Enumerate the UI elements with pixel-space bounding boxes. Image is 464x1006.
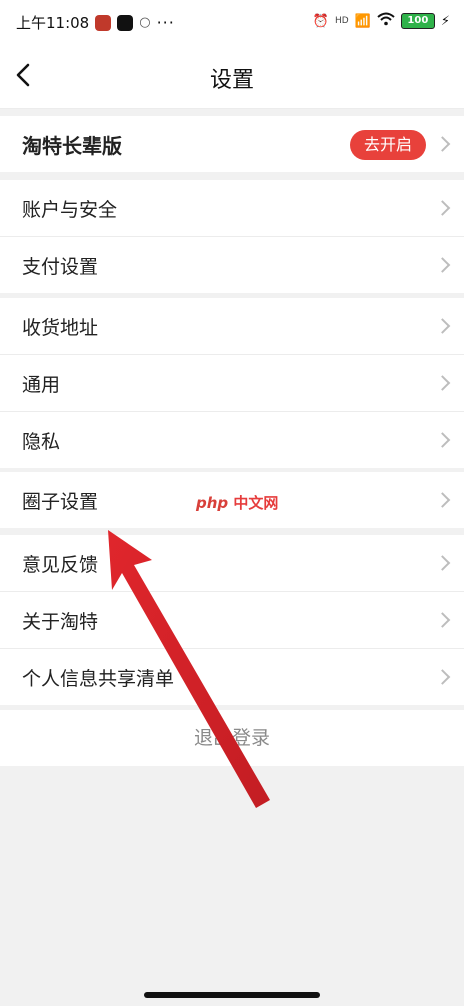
account-group: 账户与安全 支付设置 (0, 180, 464, 293)
settings-item-label: 通用 (22, 373, 61, 396)
settings-item-label: 收货地址 (22, 316, 99, 339)
chevron-right-icon (434, 375, 451, 391)
settings-item-address[interactable]: 收货地址 (0, 298, 464, 354)
settings-item-payment[interactable]: 支付设置 (0, 236, 464, 293)
alarm-icon: ⏰ (312, 13, 329, 29)
settings-item-label: 账户与安全 (22, 198, 118, 221)
message-notification-icon: ○ (139, 15, 151, 30)
settings-item-label: 意见反馈 (22, 553, 99, 576)
settings-item-label: 隐私 (22, 430, 61, 453)
chevron-right-icon (434, 432, 451, 448)
chevron-right-icon (434, 136, 451, 152)
status-right: ⏰ HD 📶 100 ⚡ (313, 12, 450, 30)
elder-mode-row[interactable]: 淘特长辈版 去开启 (0, 116, 464, 172)
app-notification-icon (95, 14, 112, 31)
watermark-php: php (196, 494, 229, 512)
chevron-right-icon (434, 200, 451, 216)
logout-button[interactable]: 退出登录 (0, 710, 464, 766)
signal-icon: 📶 (354, 13, 371, 29)
tiktok-notification-icon (117, 14, 134, 31)
settings-item-general[interactable]: 通用 (0, 354, 464, 411)
chevron-right-icon (434, 612, 451, 628)
watermark: php 中文网 (196, 492, 278, 513)
network-label: HD (334, 16, 349, 26)
settings-item-info-sharing[interactable]: 个人信息共享清单 (0, 648, 464, 705)
chevron-right-icon (434, 492, 451, 508)
home-indicator (144, 992, 320, 998)
battery-indicator: 100 (400, 13, 435, 29)
wifi-icon (377, 12, 395, 30)
status-left: 上午11:08 ○ ··· (16, 12, 175, 33)
more-notifications-icon: ··· (156, 13, 175, 32)
elder-mode-label: 淘特长辈版 (22, 133, 122, 158)
settings-item-label: 个人信息共享清单 (22, 667, 175, 690)
chevron-right-icon (434, 257, 451, 273)
general-group: 收货地址 通用 隐私 (0, 298, 464, 468)
settings-item-feedback[interactable]: 意见反馈 (0, 535, 464, 591)
navigation-bar: 设置 (0, 44, 464, 109)
chevron-right-icon (434, 318, 451, 334)
charging-icon: ⚡ (440, 13, 450, 29)
enable-elder-mode-button[interactable]: 去开启 (349, 130, 426, 160)
settings-item-label: 圈子设置 (22, 490, 99, 513)
about-group: 意见反馈 关于淘特 个人信息共享清单 (0, 535, 464, 705)
status-bar: 上午11:08 ○ ··· ⏰ HD 📶 100 ⚡ (0, 0, 464, 44)
elder-mode-group: 淘特长辈版 去开启 (0, 116, 464, 172)
settings-item-label: 支付设置 (22, 255, 99, 278)
watermark-text: 中文网 (233, 494, 279, 512)
settings-item-privacy[interactable]: 隐私 (0, 411, 464, 468)
status-time: 上午11:08 (16, 14, 90, 32)
chevron-right-icon (434, 669, 451, 685)
chevron-right-icon (434, 555, 451, 571)
page-title: 设置 (209, 68, 254, 93)
settings-item-about[interactable]: 关于淘特 (0, 591, 464, 648)
settings-item-account-security[interactable]: 账户与安全 (0, 180, 464, 236)
settings-item-label: 关于淘特 (22, 610, 99, 633)
